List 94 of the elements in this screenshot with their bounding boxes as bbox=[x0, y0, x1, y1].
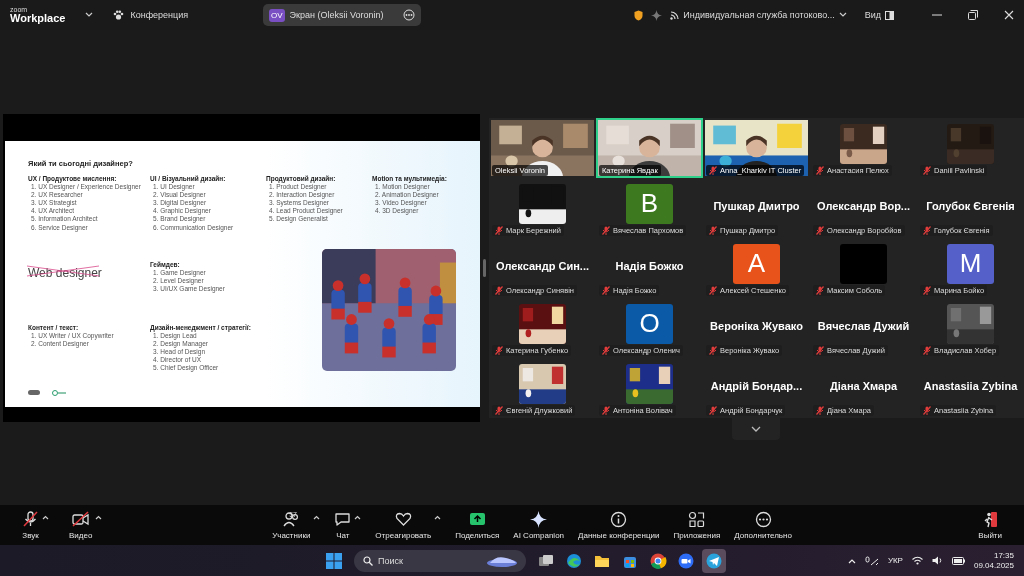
grid-view-icon[interactable] bbox=[885, 10, 894, 20]
muted-mic-icon bbox=[602, 345, 610, 355]
browser-icon bbox=[565, 551, 583, 570]
muted-mic-icon bbox=[816, 225, 824, 235]
muted-mic-icon bbox=[602, 225, 610, 235]
broadcast-icon bbox=[670, 10, 680, 20]
muted-mic-icon bbox=[495, 345, 503, 355]
paper-plane-icon bbox=[705, 551, 723, 570]
participant-display-name: Вероніка Жувако bbox=[709, 319, 804, 332]
muted-mic-icon bbox=[709, 405, 717, 415]
muted-mic-icon bbox=[923, 405, 931, 415]
toolbar-button[interactable]: Приложения bbox=[673, 510, 721, 540]
toolbar-button[interactable]: Отреагировать bbox=[375, 510, 432, 540]
chevron-up-icon[interactable] bbox=[847, 557, 856, 564]
volume-icon[interactable] bbox=[931, 556, 943, 565]
muted-mic-icon bbox=[923, 225, 931, 235]
taskbar-app[interactable] bbox=[702, 548, 726, 573]
resize-handle[interactable] bbox=[483, 258, 486, 277]
participant-display-name: Андрій Бондар... bbox=[709, 379, 804, 392]
muted-mic-icon bbox=[602, 405, 610, 415]
logo-icon bbox=[52, 389, 66, 396]
meeting-label[interactable]: Конференция bbox=[130, 10, 189, 20]
muted-mic-icon bbox=[816, 285, 824, 295]
toolbar-button[interactable]: Звук bbox=[22, 510, 39, 540]
share-screen-icon bbox=[468, 510, 486, 528]
stream-label[interactable]: Индивидуальная служба потоково... bbox=[683, 10, 835, 20]
chevron-down-icon[interactable] bbox=[85, 12, 94, 18]
toolbar-button[interactable]: Видео bbox=[69, 510, 93, 540]
muted-mic-icon bbox=[923, 165, 931, 175]
shield-icon[interactable] bbox=[634, 9, 644, 21]
restore-icon[interactable] bbox=[968, 10, 978, 20]
letter-avatar: B bbox=[626, 183, 673, 224]
letter-avatar: O bbox=[626, 303, 673, 344]
participant-display-name: Пушкар Дмитро bbox=[712, 199, 801, 212]
muted-mic-icon bbox=[816, 165, 824, 175]
wifi-icon[interactable] bbox=[911, 556, 923, 565]
apps-icon bbox=[688, 510, 706, 528]
paw-icon bbox=[113, 10, 125, 20]
start-icon[interactable] bbox=[326, 552, 342, 569]
close-icon[interactable] bbox=[1004, 10, 1014, 20]
brand-name: Workplace bbox=[10, 13, 66, 24]
chevron-down-icon[interactable] bbox=[838, 12, 847, 18]
more-icon bbox=[754, 510, 772, 528]
participant-display-name: Олександр Вор... bbox=[815, 199, 912, 212]
muted-mic-icon bbox=[923, 285, 931, 295]
sparkle-icon bbox=[530, 510, 548, 528]
caret-icon[interactable] bbox=[434, 514, 442, 520]
search-icon bbox=[363, 555, 373, 566]
muted-mic-icon bbox=[709, 165, 717, 175]
muted-mic-icon bbox=[709, 345, 717, 355]
view-button[interactable]: Вид bbox=[864, 10, 881, 20]
caret-icon[interactable] bbox=[95, 514, 103, 520]
screen-share-pill[interactable]: OV Экран (Oleksii Voronin) bbox=[263, 4, 421, 26]
caret-icon[interactable] bbox=[354, 514, 362, 520]
muted-mic-icon bbox=[495, 225, 503, 235]
letter-avatar: A bbox=[733, 243, 780, 284]
muted-mic-icon bbox=[602, 285, 610, 295]
muted-mic-icon bbox=[495, 285, 503, 295]
chrome-icon bbox=[649, 551, 667, 570]
sparkle-icon[interactable] bbox=[651, 9, 663, 21]
letter-avatar: M bbox=[947, 243, 994, 284]
participant-display-name: Голубок Євгенія bbox=[925, 199, 1016, 212]
participant-display-name: Надія Божко bbox=[614, 259, 685, 272]
muted-mic-icon bbox=[709, 225, 717, 235]
search-field[interactable]: Поиск bbox=[354, 549, 526, 572]
info-icon bbox=[610, 510, 628, 528]
leave-button[interactable]: Выйти bbox=[978, 510, 1002, 540]
blank-avatar bbox=[840, 243, 887, 284]
muted-mic-icon bbox=[816, 345, 824, 355]
chevron-down-icon bbox=[751, 425, 761, 432]
muted-mic-icon bbox=[495, 405, 503, 415]
participant-display-name: Вячеслав Дужий bbox=[816, 319, 911, 332]
clock[interactable]: 17:35 09.04.2025 bbox=[973, 550, 1014, 571]
toolbar-button[interactable]: Чат bbox=[334, 510, 352, 540]
participant-display-name: Діана Хмара bbox=[828, 379, 899, 392]
toolbar-button[interactable]: Дополнительно bbox=[734, 510, 792, 540]
toolbar-button[interactable]: Данные конференции bbox=[578, 510, 660, 540]
caret-icon[interactable] bbox=[313, 514, 321, 520]
muted-mic-icon bbox=[816, 405, 824, 415]
video-call-icon bbox=[677, 551, 695, 570]
toolbar-button[interactable]: Поделиться bbox=[455, 510, 500, 540]
participant-display-name: Anastasiia Zybina bbox=[922, 379, 1019, 392]
battery-icon[interactable] bbox=[951, 556, 965, 565]
muted-mic-icon bbox=[709, 285, 717, 295]
toolbar-button[interactable]: AI Companion bbox=[513, 510, 565, 540]
logo-icon bbox=[28, 389, 40, 395]
participant-display-name: Олександр Син... bbox=[495, 259, 590, 272]
caret-icon[interactable] bbox=[42, 514, 49, 520]
heart-icon bbox=[394, 510, 412, 528]
language-indicator[interactable]: УКР bbox=[887, 556, 903, 565]
more-icon[interactable] bbox=[403, 9, 415, 21]
muted-mic-icon bbox=[923, 345, 931, 355]
chat-icon bbox=[334, 510, 352, 528]
people-icon bbox=[282, 510, 300, 528]
